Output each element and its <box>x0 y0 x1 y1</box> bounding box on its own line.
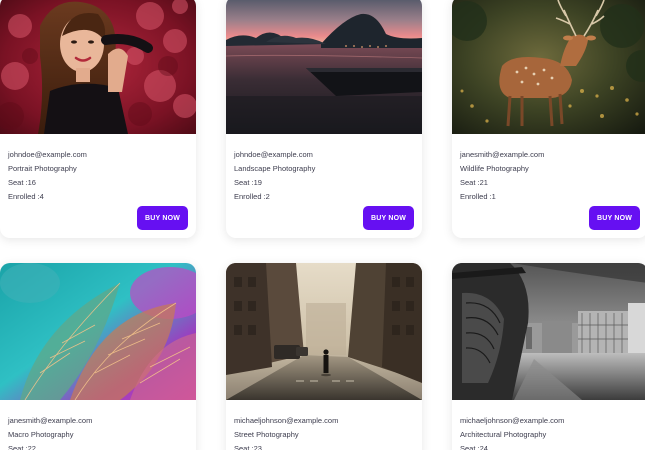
card-image-portrait <box>0 0 196 134</box>
course-card-portrait: johndoe@example.com Portrait Photography… <box>0 0 196 238</box>
enrolled-count: Enrolled :2 <box>234 192 270 201</box>
course-category: Architectural Photography <box>460 430 547 439</box>
wildlife-photo <box>452 0 645 134</box>
instructor-email: michaeljohnson@example.com <box>460 416 565 425</box>
seat-count: Seat :19 <box>234 178 262 187</box>
buy-now-button[interactable]: BUY NOW <box>137 206 188 230</box>
course-category: Wildlife Photography <box>460 164 529 173</box>
architecture-photo <box>452 263 645 400</box>
instructor-email: janesmith@example.com <box>460 150 545 159</box>
course-card-street: michaeljohnson@example.com Street Photog… <box>226 263 422 450</box>
course-category: Portrait Photography <box>8 164 77 173</box>
instructor-email: johndoe@example.com <box>8 150 87 159</box>
landscape-photo <box>226 0 422 134</box>
seat-count: Seat :21 <box>460 178 488 187</box>
seat-count: Seat :22 <box>8 444 36 450</box>
buy-now-button[interactable]: BUY NOW <box>363 206 414 230</box>
course-card-architectural: michaeljohnson@example.com Architectural… <box>452 263 645 450</box>
card-image-wildlife <box>452 0 645 134</box>
seat-count: Seat :16 <box>8 178 36 187</box>
instructor-email: johndoe@example.com <box>234 150 313 159</box>
instructor-email: michaeljohnson@example.com <box>234 416 339 425</box>
enrolled-count: Enrolled :1 <box>460 192 496 201</box>
card-image-landscape <box>226 0 422 134</box>
macro-photo <box>0 263 196 400</box>
card-image-street <box>226 263 422 400</box>
course-card-landscape: johndoe@example.com Landscape Photograph… <box>226 0 422 238</box>
seat-count: Seat :23 <box>234 444 262 450</box>
card-image-architectural <box>452 263 645 400</box>
course-card-macro: janesmith@example.com Macro Photography … <box>0 263 196 450</box>
buy-now-button[interactable]: BUY NOW <box>589 206 640 230</box>
portrait-photo <box>0 0 196 134</box>
course-card-wildlife: janesmith@example.com Wildlife Photograp… <box>452 0 645 238</box>
card-image-macro <box>0 263 196 400</box>
course-category: Macro Photography <box>8 430 74 439</box>
street-photo <box>226 263 422 400</box>
enrolled-count: Enrolled :4 <box>8 192 44 201</box>
instructor-email: janesmith@example.com <box>8 416 93 425</box>
course-category: Street Photography <box>234 430 299 439</box>
course-category: Landscape Photography <box>234 164 316 173</box>
seat-count: Seat :24 <box>460 444 488 450</box>
